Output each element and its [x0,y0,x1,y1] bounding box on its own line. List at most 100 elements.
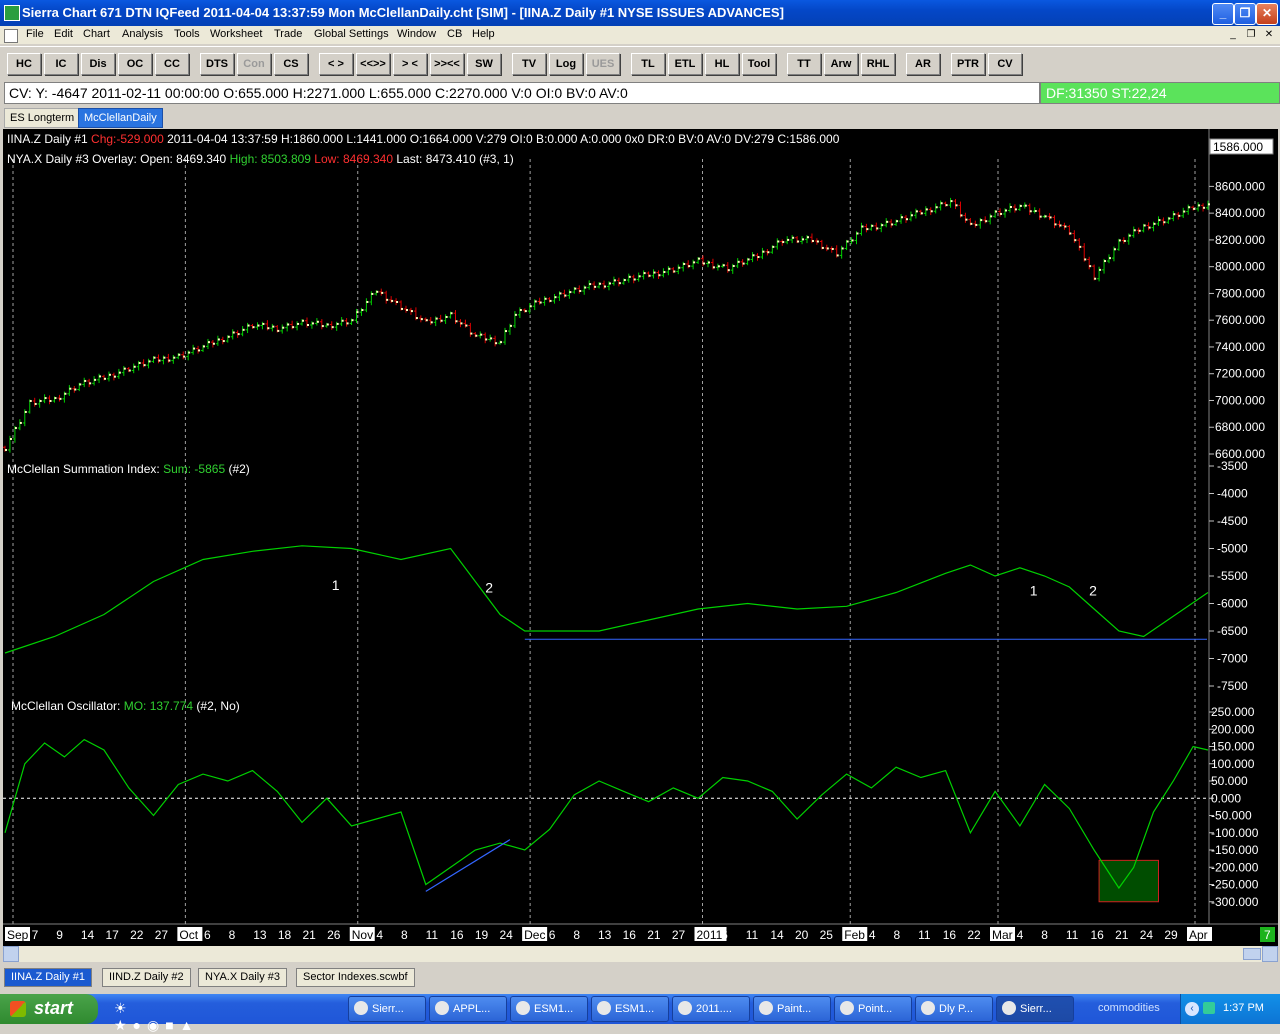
toolbar-button-hc[interactable]: HC [7,53,41,75]
menu-file[interactable]: File [26,28,44,40]
x-tick-label: 4 [1017,928,1024,942]
network-icon[interactable] [1203,1002,1215,1014]
menu-edit[interactable]: Edit [54,28,73,40]
toolbar-button-cs[interactable]: CS [274,53,308,75]
menu-cb[interactable]: CB [447,28,462,40]
toolbar-button-ic[interactable]: IC [44,53,78,75]
menu-worksheet[interactable]: Worksheet [210,28,262,40]
taskbar-item[interactable]: Sierr... [348,996,426,1022]
menu-analysis[interactable]: Analysis [122,28,163,40]
toolbar-button-ptr[interactable]: PTR [951,53,985,75]
sheet-tab-iina[interactable]: IINA.Z Daily #1 [4,968,92,987]
y-tick-label: 8200.000 [1215,233,1265,247]
tray-expand-icon[interactable]: ‹ [1185,1002,1199,1016]
taskbar-item[interactable]: 2011.... [672,996,750,1022]
toolbar-button-arw[interactable]: Arw [824,53,858,75]
menu-window[interactable]: Window [397,28,436,40]
toolbar-button-scroll-both[interactable]: < > [319,53,353,75]
toolbar-label-commodities[interactable]: commodities [1098,1002,1160,1014]
taskbar-item[interactable]: Dly P... [915,996,993,1022]
x-tick-label: Apr [1189,928,1208,942]
x-tick-label: 13 [253,928,267,942]
taskbar-item[interactable]: ESM1... [510,996,588,1022]
menu-trade[interactable]: Trade [274,28,302,40]
app-icon [354,1001,368,1015]
x-tick-label: Feb [844,928,865,942]
toolbar-button-tv[interactable]: TV [512,53,546,75]
toolbar-button-dis[interactable]: Dis [81,53,115,75]
taskbar-item[interactable]: ESM1... [591,996,669,1022]
tab-mcclellandaily[interactable]: McClellanDaily [78,108,163,128]
x-tick-label: 22 [130,928,144,942]
menu-global-settings[interactable]: Global Settings [314,28,389,40]
toolbar-button-tt[interactable]: TT [787,53,821,75]
x-tick-label: 16 [1091,928,1105,942]
toolbar-button-log[interactable]: Log [549,53,583,75]
toolbar-button-oc[interactable]: OC [118,53,152,75]
y-tick-label: -250.000 [1211,878,1259,892]
minimize-button[interactable]: _ [1212,3,1234,25]
toolbar-button-dts[interactable]: DTS [200,53,234,75]
taskbar-item[interactable]: Point... [834,996,912,1022]
x-tick-label: 14 [81,928,95,942]
toolbar-button-tl[interactable]: TL [631,53,665,75]
taskbar-item[interactable]: Paint... [753,996,831,1022]
menu-help[interactable]: Help [472,28,495,40]
scroll-thumb[interactable] [1243,948,1261,960]
sheet-tab-bar: IINA.Z Daily #1 IIND.Z Daily #2 NYA.X Da… [0,964,1280,989]
menu-tools[interactable]: Tools [174,28,200,40]
quick-launch[interactable]: ☀★●◉■▲ [114,1000,198,1033]
chart-canvas: 8600.0008400.0008200.0008000.0007800.000… [3,129,1278,942]
highlight-box [1098,859,1159,903]
y-tick-label: 250.000 [1211,705,1255,719]
toolbar-button-scroll-fast[interactable]: <<>> [356,53,390,75]
mdi-restore-button[interactable]: ❐ [1244,29,1258,41]
document-icon[interactable] [4,29,18,43]
x-tick-label: 8 [894,928,901,942]
menu-chart[interactable]: Chart [83,28,110,40]
scroll-right-button[interactable] [1262,946,1278,962]
toolbar-button-hl[interactable]: HL [705,53,739,75]
close-button[interactable]: ✕ [1256,3,1278,25]
toolbar-button-etl[interactable]: ETL [668,53,702,75]
sheet-tab-sector-indexes[interactable]: Sector Indexes.scwbf [296,968,415,987]
toolbar-button-sw[interactable]: SW [467,53,501,75]
toolbar-button-tool[interactable]: Tool [742,53,776,75]
mdi-close-button[interactable]: ✕ [1262,29,1276,41]
horizontal-scrollbar[interactable] [3,946,1278,962]
x-tick-label: 13 [598,928,612,942]
y-tick-label: -150.000 [1211,843,1259,857]
chart-area[interactable]: 8600.000 8400.000 8200.000 8000.000 7800.000… [3,129,1278,946]
y-tick-label: -4500 [1217,514,1248,528]
x-tick-label: 4 [869,928,876,942]
chart-header-line2: NYA.X Daily #3 Overlay: Open: 8469.340 H… [7,152,514,166]
y-tick-label: 8400.000 [1215,206,1265,220]
x-tick-label: 8 [1041,928,1048,942]
x-tick-label: 27 [155,928,169,942]
toolbar-button-cv[interactable]: CV [988,53,1022,75]
data-feed-status-text: DF:31350 ST:22,24 [1046,85,1167,101]
toolbar-button-rhl[interactable]: RHL [861,53,895,75]
toolbar-button-compress-fast[interactable]: >><< [430,53,464,75]
taskbar-item[interactable]: Sierr... [996,996,1074,1022]
taskbar: ☀★●◉■▲ Sierr... APPL... ESM1... ESM1... … [0,994,1280,1033]
y-tick-label: -5500 [1217,569,1248,583]
browser-icon [678,1001,692,1015]
sheet-tab-iind[interactable]: IIND.Z Daily #2 [102,968,191,987]
start-button[interactable]: start [0,994,98,1024]
toolbar-button-ar[interactable]: AR [906,53,940,75]
y-tick-label: -50.000 [1211,809,1252,823]
scroll-left-button[interactable] [3,946,19,962]
y-tick-label: 150.000 [1211,740,1255,754]
y-tick-label: 7400.000 [1215,340,1265,354]
maximize-button[interactable]: ❐ [1234,3,1256,25]
x-tick-label: Nov [352,928,373,942]
sheet-tab-nya[interactable]: NYA.X Daily #3 [198,968,287,987]
tab-es-longterm[interactable]: ES Longterm [4,108,81,128]
taskbar-item[interactable]: APPL... [429,996,507,1022]
toolbar-button-compress[interactable]: > < [393,53,427,75]
mdi-minimize-button[interactable]: _ [1226,29,1240,41]
x-tick-label: 29 [1164,928,1178,942]
toolbar-button-cc[interactable]: CC [155,53,189,75]
x-tick-label: Mar [992,928,1013,942]
